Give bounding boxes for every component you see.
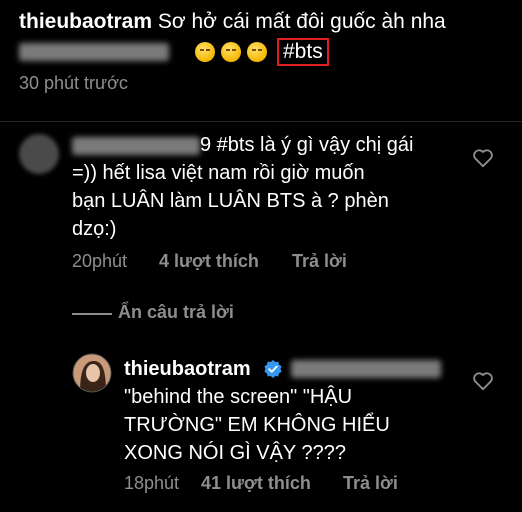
hashtag-bts[interactable]: #bts — [277, 38, 329, 66]
reply-likes[interactable]: 41 lượt thích — [201, 473, 311, 494]
comment-text-line4: dzọ:) — [72, 218, 117, 240]
reply-text-line2: TRƯỜNG" EM KHÔNG HIỂU — [124, 414, 390, 436]
caption-line2: #bts — [19, 38, 329, 66]
post-caption: thieubaotram Sơ hở cái mất đôi guốc àh n… — [19, 8, 446, 36]
heart-icon[interactable] — [472, 148, 494, 168]
commenter-avatar[interactable] — [19, 134, 59, 174]
reply-text-line1: "behind the screen" "HẬU — [124, 386, 353, 408]
heart-icon[interactable] — [472, 371, 494, 391]
emoji-icon — [221, 42, 241, 62]
reply-text-line3: XONG NÓI GÌ VẬY ???? — [124, 442, 346, 464]
reply-button[interactable]: Trả lời — [343, 473, 398, 494]
comment-text-line2: =)) hết lisa việt nam rồi giờ muốn — [72, 162, 365, 184]
reply-avatar[interactable] — [72, 353, 112, 393]
reply-button[interactable]: Trả lời — [292, 251, 347, 272]
comment-time: 20phút — [72, 251, 128, 271]
caption-time: 30 phút trước — [19, 73, 128, 93]
emoji-icon — [195, 42, 215, 62]
caption-username[interactable]: thieubaotram — [19, 10, 152, 33]
emoji-icon — [247, 42, 267, 62]
comment-likes[interactable]: 4 lượt thích — [159, 251, 259, 272]
verified-badge-icon — [264, 360, 282, 378]
comment-text-line3: bạn LUÂN làm LUÂN BTS à ? phèn — [72, 190, 389, 212]
reply-username[interactable]: thieubaotram — [124, 355, 251, 383]
hide-replies-line — [72, 313, 112, 315]
divider — [0, 121, 522, 122]
reply-time: 18phút — [124, 473, 180, 493]
blurred-username — [72, 137, 200, 155]
caption-text: Sơ hở cái mất đôi guốc àh nha — [157, 10, 446, 33]
blurred-mention — [19, 43, 169, 61]
blurred-mention — [291, 360, 441, 378]
comment-text-line1: 9 #bts là ý gì vậy chị gái — [200, 134, 414, 156]
hide-replies-button[interactable]: Ẩn câu trả lời — [118, 302, 234, 323]
